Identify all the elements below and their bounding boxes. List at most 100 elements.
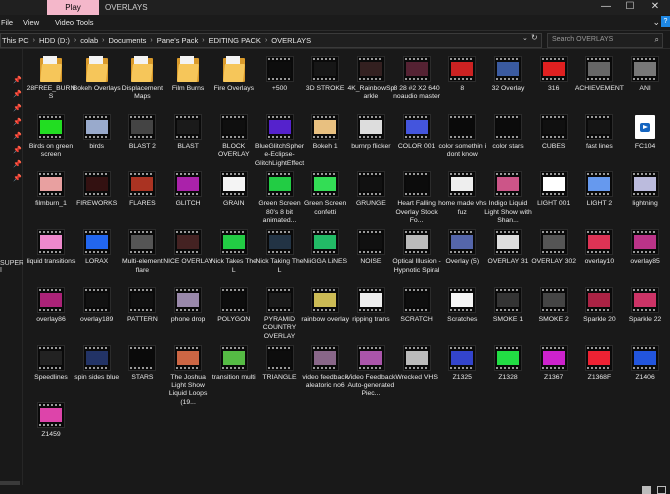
video-thumbnail-icon <box>485 170 531 198</box>
pin-icon[interactable]: 📌 <box>13 104 22 112</box>
maximize-button[interactable]: ☐ <box>617 1 643 12</box>
file-name: transition multi <box>211 373 256 381</box>
file-name: ANI <box>639 85 651 92</box>
pin-icon[interactable]: 📌 <box>13 132 22 140</box>
crumb-documents[interactable]: Documents <box>107 36 147 45</box>
file-name: overlay86 <box>36 315 66 323</box>
large-icons-view-icon[interactable] <box>657 486 666 494</box>
file-name: spin sides blue <box>74 373 120 381</box>
folder-icon <box>28 55 74 83</box>
video-thumbnail-icon <box>119 228 165 256</box>
crumb-overlays[interactable]: OVERLAYS <box>270 36 312 45</box>
file-name: COLOR 001 <box>397 142 436 150</box>
video-thumbnail-icon <box>394 170 440 198</box>
video-thumbnail-icon <box>576 344 622 372</box>
file-name: Displacement Maps <box>121 85 163 101</box>
file-name: 8 <box>460 85 465 92</box>
file-name: LORAX <box>85 258 109 266</box>
file-name: Multi-element flare <box>121 258 163 274</box>
video-thumbnail-icon <box>348 113 394 141</box>
folder-icon <box>119 55 165 83</box>
play-tab-label: Play <box>65 3 81 12</box>
video-thumbnail-icon <box>439 344 485 372</box>
pin-icon[interactable]: 📌 <box>13 174 22 182</box>
file-grid: 28FREE_BURNS Bokeh Overlays Displacement M… <box>23 49 670 485</box>
video-thumbnail-icon <box>74 344 120 372</box>
chevron-right-icon: › <box>264 37 268 44</box>
video-thumbnail-icon <box>394 344 440 372</box>
ribbon-view[interactable]: View <box>23 18 39 27</box>
nav-item-super[interactable]: SUPER I <box>0 260 24 274</box>
file-name: overlay85 <box>630 258 660 266</box>
video-thumbnail-icon <box>257 55 303 83</box>
file-name: PATTERN <box>127 315 158 323</box>
file-name: CUBES <box>541 142 566 150</box>
file-name: Speedlines <box>34 373 68 381</box>
pin-icon[interactable]: 📌 <box>13 146 22 154</box>
chevron-right-icon: › <box>73 37 77 44</box>
ribbon-file[interactable]: File <box>1 18 13 27</box>
crumb-panes-pack[interactable]: Pane's Pack <box>156 36 199 45</box>
pin-icon[interactable]: 📌 <box>13 90 22 98</box>
refresh-icon[interactable]: ↻ <box>531 33 538 42</box>
file-name: Z1406 <box>635 373 655 381</box>
file-name: OVERLAY 302 <box>531 258 577 266</box>
file-name: NICE OVERLAY <box>163 258 213 266</box>
expand-ribbon-icon[interactable]: ⌄ <box>652 17 660 28</box>
chevron-right-icon: › <box>102 37 105 44</box>
video-thumbnail-icon <box>165 228 211 256</box>
status-bar <box>0 485 670 494</box>
file-name: LIGHT 001 <box>537 200 571 208</box>
file-name: Sparkle 22 <box>628 315 662 323</box>
close-button[interactable]: ✕ <box>642 1 668 12</box>
address-dropdown-icon[interactable]: ⌄ <box>522 34 528 42</box>
file-name: ripping trans <box>352 315 390 323</box>
file-name: GRAIN <box>223 200 245 208</box>
file-name: phone drop <box>170 315 206 323</box>
file-name: Scratches <box>447 315 478 323</box>
pin-icon[interactable]: 📌 <box>13 118 22 126</box>
help-icon[interactable]: ? <box>661 16 670 27</box>
crumb-this-pc[interactable]: This PC <box>1 36 30 45</box>
details-view-icon[interactable] <box>642 486 651 494</box>
file-name: Green Screen 80's 8 bit animated... <box>258 200 301 225</box>
video-thumbnail-icon <box>439 170 485 198</box>
video-thumbnail-icon <box>74 286 120 314</box>
file-name: Overlay (5) <box>445 258 480 266</box>
file-name: TRIANGLE <box>262 373 297 381</box>
crumb-hdd[interactable]: HDD (D:) <box>38 36 71 45</box>
video-thumbnail-icon <box>211 286 257 314</box>
video-thumbnail-icon <box>531 344 577 372</box>
file-name: FIREWORKS <box>76 200 118 208</box>
file-name: burnrp flicker <box>351 142 391 150</box>
chevron-right-icon: › <box>150 37 153 44</box>
video-thumbnail-icon <box>485 55 531 83</box>
video-thumbnail-icon <box>302 55 348 83</box>
video-thumbnail-icon <box>439 55 485 83</box>
video-thumbnail-icon <box>165 344 211 372</box>
file-name: BLAST <box>177 142 199 150</box>
file-name: FC104 <box>634 142 656 150</box>
video-thumbnail-icon <box>622 286 668 314</box>
file-name: BlueGlitchSphere-Eclipse-GlitchLightEffe… <box>254 142 305 167</box>
video-thumbnail-icon <box>302 228 348 256</box>
ribbon-video-tools[interactable]: Video Tools <box>55 18 94 27</box>
play-tab[interactable]: Play <box>47 0 99 15</box>
file-name: SCRATCH <box>400 315 433 323</box>
video-thumbnail-icon <box>28 170 74 198</box>
search-box[interactable]: Search OVERLAYS ⌕ <box>547 33 663 48</box>
address-bar[interactable]: This PC › HDD (D:) › colab › Documents › Pan… <box>0 33 542 48</box>
file-name: POLYGON <box>217 315 251 323</box>
video-thumbnail-icon <box>485 113 531 141</box>
video-thumbnail-icon <box>348 228 394 256</box>
file-name: PYRAMID COUNTRY OVERLAY <box>262 315 297 340</box>
crumb-editing-pack[interactable]: EDITING PACK <box>208 36 262 45</box>
file-name: Green Screen confetti <box>304 200 347 216</box>
crumb-colab[interactable]: colab <box>79 36 99 45</box>
pin-icon[interactable]: 📌 <box>13 160 22 168</box>
video-thumbnail-icon <box>28 228 74 256</box>
file-name: LIGHT 2 <box>586 200 613 208</box>
minimize-button[interactable]: — <box>593 1 619 12</box>
file-name: BLOCK OVERLAY <box>217 142 250 159</box>
pin-icon[interactable]: 📌 <box>13 76 22 84</box>
